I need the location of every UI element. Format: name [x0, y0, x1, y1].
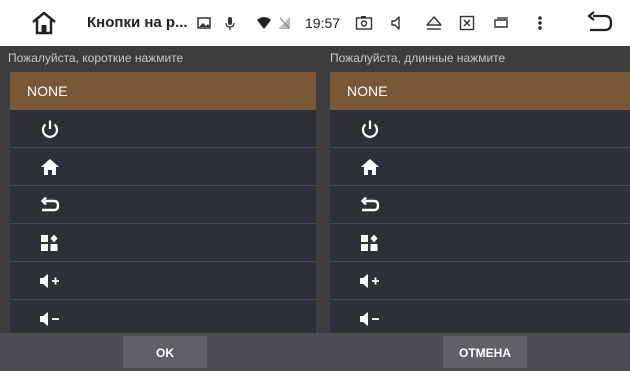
- home-icon[interactable]: [30, 9, 58, 37]
- back-arrow-icon: [40, 196, 60, 212]
- short-option-volume-up[interactable]: [10, 262, 316, 300]
- long-option-none[interactable]: NONE: [330, 72, 630, 110]
- image-icon: [197, 17, 211, 29]
- power-icon: [41, 120, 59, 138]
- volume-up-icon: [360, 274, 379, 288]
- option-label: NONE: [347, 83, 388, 99]
- back-arrow-icon: [360, 196, 380, 212]
- short-option-back[interactable]: [10, 186, 316, 224]
- long-press-list[interactable]: NONE: [330, 72, 630, 333]
- short-press-caption: Пожалуйста, короткие нажмите: [8, 51, 184, 65]
- wifi-icon: [257, 17, 271, 29]
- short-press-list[interactable]: NONE: [10, 72, 316, 333]
- no-sim-icon: [278, 17, 290, 29]
- short-option-power[interactable]: [10, 110, 316, 148]
- apps-icon: [361, 234, 378, 251]
- ok-button[interactable]: OK: [123, 336, 207, 368]
- recent-apps-icon[interactable]: [492, 15, 510, 31]
- app-title: Кнопки на р...: [87, 14, 188, 31]
- short-option-home[interactable]: [10, 148, 316, 186]
- short-option-apps[interactable]: [10, 224, 316, 262]
- option-label: NONE: [27, 83, 68, 99]
- volume-up-icon: [40, 274, 59, 288]
- cancel-button[interactable]: ОТМЕНА: [443, 336, 527, 368]
- back-icon[interactable]: [585, 11, 615, 35]
- dialog-button-bar: [0, 333, 630, 371]
- long-option-apps[interactable]: [330, 224, 630, 262]
- home-icon: [41, 159, 59, 175]
- eject-icon[interactable]: [425, 15, 443, 31]
- power-icon: [361, 120, 379, 138]
- long-option-volume-down[interactable]: [330, 300, 630, 333]
- apps-icon: [41, 234, 58, 251]
- long-press-caption: Пожалуйста, длинные нажмите: [330, 51, 506, 65]
- short-option-none[interactable]: NONE: [10, 72, 316, 110]
- clock: 19:57: [305, 15, 341, 31]
- volume-icon[interactable]: [389, 15, 405, 31]
- long-option-home[interactable]: [330, 148, 630, 186]
- long-option-volume-up[interactable]: [330, 262, 630, 300]
- long-option-back[interactable]: [330, 186, 630, 224]
- volume-down-icon: [40, 312, 59, 326]
- short-option-volume-down[interactable]: [10, 300, 316, 333]
- more-menu-icon[interactable]: [536, 15, 544, 31]
- long-option-power[interactable]: [330, 110, 630, 148]
- close-window-icon[interactable]: [459, 15, 475, 31]
- screenshot-icon[interactable]: [355, 15, 373, 31]
- microphone-icon: [225, 17, 235, 30]
- status-bar: Кнопки на р... 19:57: [0, 0, 630, 46]
- volume-down-icon: [360, 312, 379, 326]
- home-icon: [361, 159, 379, 175]
